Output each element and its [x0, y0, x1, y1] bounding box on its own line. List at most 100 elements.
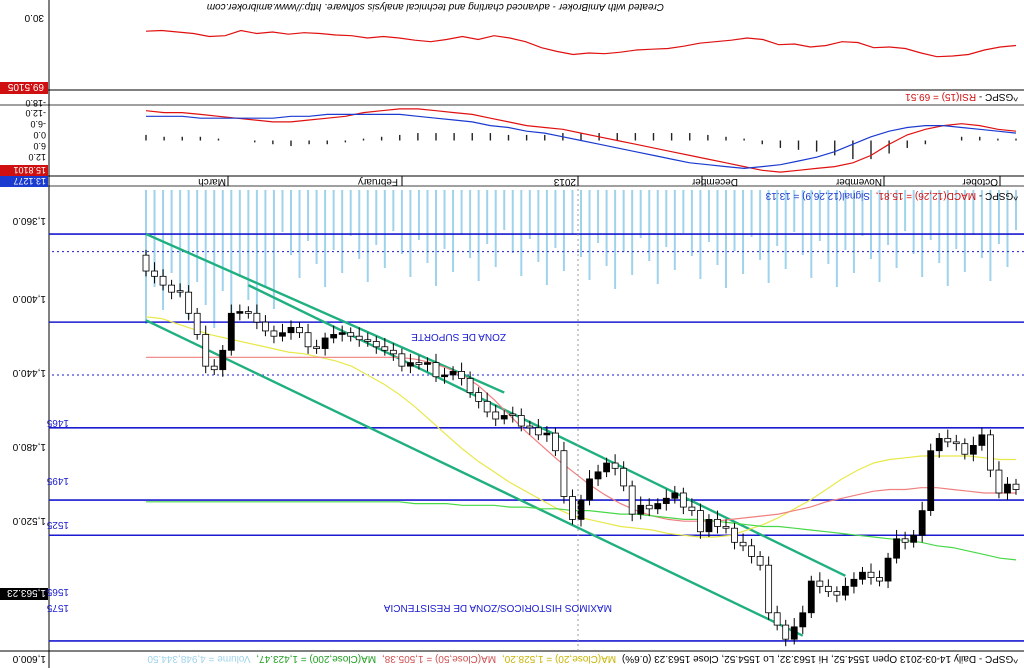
candle-body: [492, 411, 500, 420]
candle-body: [159, 275, 167, 286]
candle-body: [679, 492, 687, 508]
candle-body: [961, 443, 969, 455]
month-label-october: October: [962, 176, 998, 187]
candle-body: [475, 392, 483, 402]
signal-value: 13.1277: [13, 176, 46, 186]
candle-body: [662, 497, 670, 504]
candle-body: [415, 362, 423, 365]
price-tick-1360: 1,360.0: [12, 215, 46, 226]
candle-body: [219, 349, 227, 371]
month-label-2013: 2013: [553, 176, 576, 187]
rsi-axis[interactable]: 30.0 69.5105: [0, 12, 48, 94]
rsi-tick-30: 30.0: [24, 12, 44, 23]
chart-canvas[interactable]: October November December 2013 February …: [0, 0, 1024, 668]
macd-legend-macd: MACD(12,26) = 15.81,: [876, 190, 976, 201]
level-label-1565: 1565: [46, 586, 69, 597]
candle-body: [347, 332, 355, 337]
candle-body: [210, 365, 218, 371]
candle-body: [432, 362, 440, 378]
candle-body: [1004, 483, 1011, 494]
candle-body: [952, 441, 960, 445]
rsi-pane: [145, 29, 1017, 58]
candle-body: [714, 519, 721, 527]
candle-body: [850, 578, 858, 587]
month-label-november: November: [835, 176, 882, 187]
candle-body: [628, 485, 636, 515]
macd-tick-12: 12.0: [28, 152, 46, 162]
created-with-footer: Created with AmiBroker - advanced charti…: [207, 1, 664, 12]
candle-body: [756, 556, 764, 566]
candle-body: [244, 311, 252, 314]
candle-body: [654, 503, 662, 510]
candle-body: [995, 469, 1003, 494]
candle-body: [697, 510, 704, 533]
macd-tick-6: 6.0: [33, 141, 46, 151]
rsi-legend: ^GSPC - RSI(15) = 69.51: [905, 91, 1018, 102]
candle-body: [842, 585, 849, 596]
candle-body: [543, 432, 551, 436]
candle-body: [262, 321, 269, 332]
candle-body: [176, 290, 184, 293]
candle-body: [483, 400, 491, 413]
rsi-value: 69.5105: [7, 81, 44, 92]
candle-body: [586, 478, 593, 501]
candle-body: [142, 254, 150, 272]
level-label-1525: 1525: [46, 519, 69, 530]
candle-body: [944, 437, 952, 443]
trend-channels: [145, 232, 846, 637]
candle-body: [978, 434, 986, 446]
candle-body: [833, 591, 841, 596]
ma20-legend: MA(Close,20) = 1,528.20,: [502, 653, 616, 664]
candle-body: [739, 541, 747, 547]
candle-body: [893, 538, 900, 559]
candle-body: [270, 330, 278, 337]
candle-body: [338, 332, 346, 335]
candle-body: [671, 492, 679, 499]
volume-bars: [145, 190, 1017, 328]
candle-body: [935, 437, 943, 452]
rsi-legend-prefix: ^GSPC -: [976, 91, 1018, 102]
candle-body: [918, 510, 926, 536]
candle-body: [330, 334, 338, 339]
candle-body: [279, 332, 286, 337]
candle-body: [389, 349, 397, 355]
candle-body: [304, 332, 312, 348]
candle-body: [236, 311, 244, 314]
candle-body: [407, 362, 414, 367]
candle-body: [748, 545, 755, 557]
candle-body: [731, 527, 738, 543]
price-axis[interactable]: 1,360.0 1,400.0 1,440.0 1,480.0 1,520.0 …: [0, 215, 48, 664]
price-tick-1440: 1,440.0: [12, 367, 46, 378]
candle-body: [901, 538, 909, 543]
level-label-1465: 1465: [46, 417, 69, 428]
candle-body: [364, 339, 372, 342]
candle-body: [603, 462, 610, 473]
candle-body: [569, 496, 576, 520]
candle-body: [509, 413, 517, 416]
macd-legend: ^GSPC - MACD(12,26) = 15.81, Signal(12,2…: [765, 190, 1018, 201]
candle-body: [824, 585, 832, 593]
candle-body: [526, 425, 534, 429]
macd-axis[interactable]: 18.0 12.0 6.0 0.0 -6.0 -12.0 -18.0 13.12…: [0, 98, 48, 187]
candle-body: [688, 506, 696, 512]
candle-body: [227, 312, 235, 351]
candle-body: [807, 580, 815, 614]
candle-body: [577, 499, 585, 520]
ma50-legend: MA(Close,50) = 1,505.38,: [382, 653, 496, 664]
last-price-value: 1,563.23: [7, 587, 46, 598]
volume-legend: Volume = 4,948,344.50: [147, 653, 251, 664]
candle-body: [500, 415, 508, 420]
candle-body: [151, 270, 158, 277]
candle-body: [816, 580, 824, 587]
resistance-zone-label: MAXIMOS HISTORICOS/ZONA DE RESISTENCIA: [383, 602, 612, 613]
candle-body: [611, 462, 619, 469]
support-zone-label: ZONA DE SUPORTE: [411, 331, 506, 342]
candle-body: [765, 564, 773, 614]
candle-body: [552, 432, 559, 452]
candle-body: [355, 335, 363, 341]
candle-body: [910, 534, 918, 543]
candle-body: [313, 346, 320, 349]
macd-legend-prefix: ^GSPC -: [976, 190, 1018, 201]
candle-body: [253, 312, 261, 323]
amibroker-chart-window: October November December 2013 February …: [0, 0, 1024, 668]
